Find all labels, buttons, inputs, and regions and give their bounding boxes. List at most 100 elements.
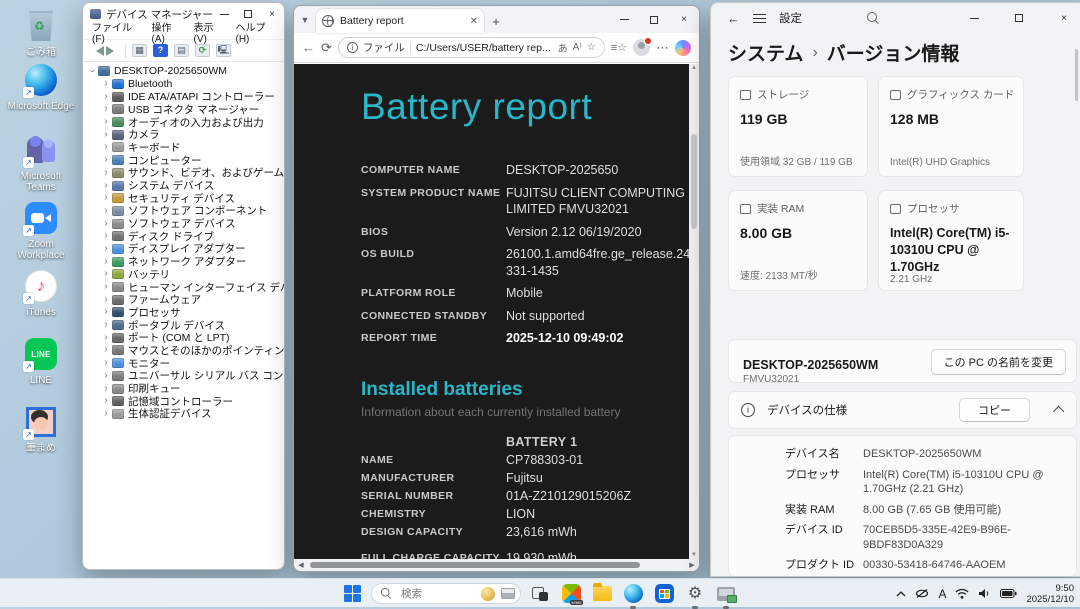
taskbar-search[interactable] [371,583,521,604]
expand-chevron-icon[interactable]: › [101,345,111,355]
expand-chevron-icon[interactable]: › [101,307,111,317]
scrollbar-thumb[interactable] [691,134,697,229]
menu-help[interactable]: ヘルプ(H) [236,19,276,45]
close-button[interactable]: × [669,6,699,33]
maximize-button[interactable] [1003,3,1035,33]
close-button[interactable]: × [1048,3,1080,33]
scroll-up-icon[interactable]: ▲ [691,65,697,71]
search-highlight-device-icon[interactable] [501,588,515,599]
tree-item[interactable]: › ファームウェア [87,293,284,306]
page-info-icon[interactable]: i [346,42,358,53]
vertical-scrollbar[interactable]: ▲ ▼ [689,64,699,559]
desktop-icon-fudemame[interactable]: ↗ 筆まめ [6,404,76,454]
expand-chevron-icon[interactable]: › [101,383,111,394]
settings-scrollbar[interactable] [1075,49,1078,101]
rename-pc-button[interactable]: この PC の名前を変更 [930,349,1066,375]
desktop-icon-line[interactable]: LINE ↗ LINE [6,336,76,386]
minimize-button[interactable] [609,6,639,33]
expand-chevron-icon[interactable]: › [101,117,111,127]
tray-clock[interactable]: 9:50 2025/12/10 [1026,583,1074,605]
expand-chevron-icon[interactable]: › [101,129,111,140]
hamburger-menu-icon[interactable] [753,13,766,23]
device-spec-header-card[interactable]: i デバイスの仕様 コピー [728,391,1077,429]
expand-chevron-icon[interactable]: › [101,269,111,279]
forward-icon[interactable] [106,45,119,56]
edge-taskbar-button[interactable] [621,582,645,609]
back-icon[interactable]: ← [302,40,315,55]
expand-chevron-icon[interactable]: › [101,142,111,152]
expand-chevron-icon[interactable]: › [101,167,111,178]
menu-view[interactable]: 表示(V) [194,19,224,45]
expand-chevron-icon[interactable]: › [101,370,111,381]
help-icon[interactable]: ? [153,44,168,57]
tab-battery-report[interactable]: Battery report ✕ [316,9,484,33]
expand-chevron-icon[interactable]: › [101,79,111,89]
desktop-icon-itunes[interactable]: ♪ ↗ iTunes [6,268,76,318]
speaker-icon[interactable] [978,588,991,599]
store-button[interactable] [652,582,676,606]
search-highlight-coin-icon[interactable] [481,586,495,601]
collapse-chevron-icon[interactable]: › [87,66,98,76]
desktop-icon-recycle-bin[interactable]: ごみ箱 [6,8,76,58]
expand-chevron-icon[interactable]: › [101,358,111,368]
eye-slash-icon[interactable] [915,588,929,599]
minimize-button[interactable] [958,3,990,33]
m365-copilot-button[interactable] [559,582,583,606]
refresh-icon[interactable]: ⟳ [321,40,332,56]
read-aloud-icon[interactable]: A⁾ [573,42,582,53]
expand-chevron-icon[interactable]: › [101,218,111,229]
horizontal-scrollbar[interactable]: ◀ ▶ [294,559,699,571]
device-manager-taskbar-button[interactable] [714,582,738,609]
wifi-icon[interactable] [955,588,969,599]
expand-chevron-icon[interactable]: › [101,332,111,343]
scroll-down-icon[interactable]: ▼ [691,552,697,558]
expand-chevron-icon[interactable]: › [101,243,111,254]
expand-chevron-icon[interactable]: › [101,282,111,292]
back-icon[interactable] [91,45,104,56]
copy-button[interactable]: コピー [959,398,1030,422]
tree-item[interactable]: › カメラ [87,128,284,141]
scroll-right-icon[interactable]: ▶ [685,561,699,569]
desktop-icon-edge[interactable]: ↗ Microsoft Edge [6,62,76,112]
battery-icon[interactable] [1000,589,1017,598]
tree-item[interactable]: ›ユニバーサル シリアル バス コントローラー [87,370,284,382]
show-window-icon[interactable]: ▦ [132,44,147,57]
breadcrumb-parent[interactable]: システム [728,39,803,66]
search-icon[interactable] [867,11,880,25]
new-tab-button[interactable]: + [484,9,508,33]
scan-hardware-icon[interactable]: ⟳ [195,44,210,57]
favorite-star-icon[interactable]: ☆ [587,42,596,53]
maximize-button[interactable] [639,6,669,33]
expand-chevron-icon[interactable]: › [101,104,111,114]
address-field[interactable]: i ファイル C:/Users/USER/battery rep... あ A⁾… [337,37,605,58]
expand-chevron-icon[interactable]: › [101,256,111,267]
ime-mode-indicator[interactable]: A [938,587,946,601]
translate-icon[interactable]: あ [558,40,568,55]
expand-chevron-icon[interactable]: › [101,396,111,406]
settings-taskbar-button[interactable]: ⚙ [683,582,707,609]
back-icon[interactable]: ← [727,11,740,26]
expand-chevron-icon[interactable]: › [101,205,111,216]
start-button[interactable] [340,582,364,606]
expand-chevron-icon[interactable]: › [101,231,111,241]
desktop-icon-teams[interactable]: ↗ Microsoft Teams [6,132,76,193]
file-explorer-button[interactable] [590,582,614,606]
tree-item[interactable]: › 生体認証デバイス [87,408,284,420]
properties-icon[interactable]: ▤ [174,44,189,57]
task-view-button[interactable] [528,582,552,606]
tree-item[interactable]: › オーディオの入力および出力 [87,116,284,129]
scrollbar-thumb[interactable] [310,562,640,568]
desktop-icon-zoom[interactable]: ↗ Zoom Workplace [6,200,76,261]
tab-search-chevron-icon[interactable]: ▼ [294,6,316,33]
more-menu-icon[interactable]: ⋯ [656,40,669,56]
expand-chevron-icon[interactable]: › [101,180,111,191]
expand-chevron-icon[interactable]: › [101,294,111,305]
tray-chevron-up-icon[interactable] [896,590,906,597]
tree-item[interactable]: ›マウスとそのほかのポインティング デバイス [87,344,284,357]
expand-chevron-icon[interactable]: › [101,155,111,165]
tab-close-icon[interactable]: ✕ [470,16,478,27]
expand-chevron-icon[interactable]: › [101,320,111,330]
search-input[interactable] [399,586,475,601]
copilot-icon[interactable] [675,39,691,56]
tree-root[interactable]: › DESKTOP-2025650WM [87,65,284,78]
